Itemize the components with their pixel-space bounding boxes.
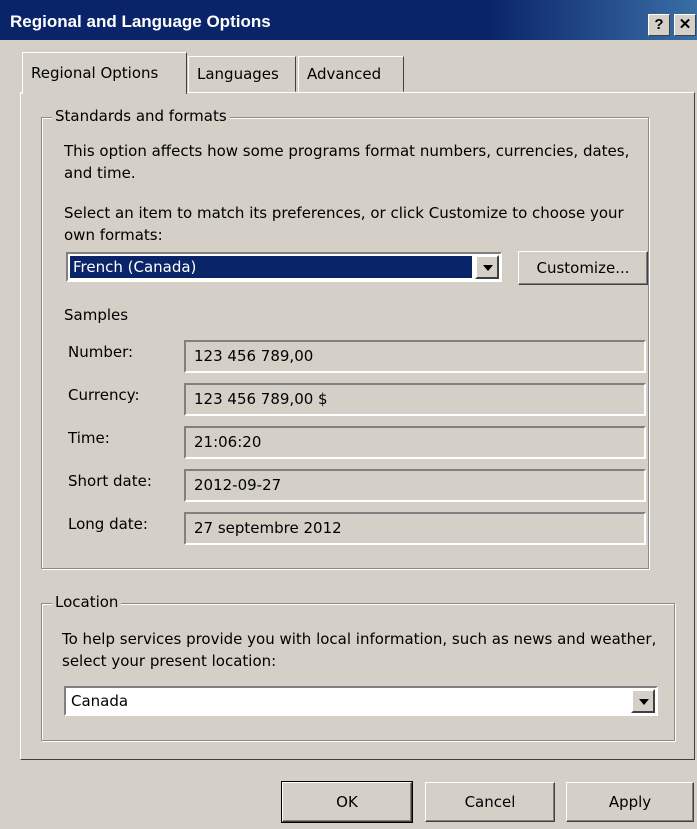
ok-button-label: OK (336, 793, 358, 811)
close-icon: ✕ (678, 16, 692, 33)
tab-regional-options[interactable]: Regional Options (22, 52, 187, 94)
samples-heading: Samples (64, 306, 129, 324)
sample-currency-label: Currency: (68, 386, 140, 404)
sample-currency-value: 123 456 789,00 $ (184, 383, 646, 416)
cancel-button-label: Cancel (464, 793, 516, 811)
sample-number-label: Number: (68, 343, 134, 361)
tab-regional-options-label: Regional Options (31, 64, 159, 82)
help-icon: ? (654, 16, 664, 33)
apply-button[interactable]: Apply (566, 782, 694, 822)
sample-short-date-value: 2012-09-27 (184, 469, 646, 502)
customize-button[interactable]: Customize... (518, 251, 648, 285)
tab-languages-label: Languages (197, 65, 279, 83)
close-button[interactable]: ✕ (674, 14, 696, 36)
sample-long-date-label: Long date: (68, 515, 148, 533)
sample-time-label: Time: (68, 429, 110, 447)
help-button[interactable]: ? (648, 14, 670, 36)
select-prompt: Select an item to match its preferences,… (64, 204, 624, 244)
format-select-value: French (Canada) (70, 256, 472, 278)
location-groupbox: Location To help services provide you wi… (41, 593, 675, 741)
apply-button-label: Apply (608, 793, 652, 811)
chevron-down-icon (639, 699, 649, 705)
cancel-button[interactable]: Cancel (425, 782, 555, 822)
title-bar[interactable]: Regional and Language Options ? ✕ (0, 0, 697, 40)
location-select-dropdown[interactable] (631, 689, 655, 713)
chevron-down-icon (483, 265, 493, 271)
tab-advanced-label: Advanced (307, 65, 382, 83)
format-select[interactable]: French (Canada) (66, 252, 502, 282)
location-select[interactable]: Canada (64, 686, 658, 716)
location-description: To help services provide you with local … (62, 630, 657, 670)
tab-panel: Standards and formats This option affect… (20, 92, 695, 760)
standards-description: This option affects how some programs fo… (64, 142, 630, 182)
sample-number-value: 123 456 789,00 (184, 340, 646, 373)
sample-long-date-value: 27 septembre 2012 (184, 512, 646, 545)
tab-languages[interactable]: Languages (188, 56, 296, 92)
standards-legend: Standards and formats (52, 107, 230, 125)
sample-time-value: 21:06:20 (184, 426, 646, 459)
customize-button-label: Customize... (536, 259, 630, 277)
location-select-value: Canada (71, 692, 129, 710)
sample-short-date-label: Short date: (68, 472, 152, 490)
format-select-dropdown[interactable] (475, 255, 499, 279)
window-title: Regional and Language Options (10, 12, 271, 31)
tab-advanced[interactable]: Advanced (298, 56, 404, 92)
location-legend: Location (52, 593, 122, 611)
ok-button[interactable]: OK (281, 781, 413, 823)
